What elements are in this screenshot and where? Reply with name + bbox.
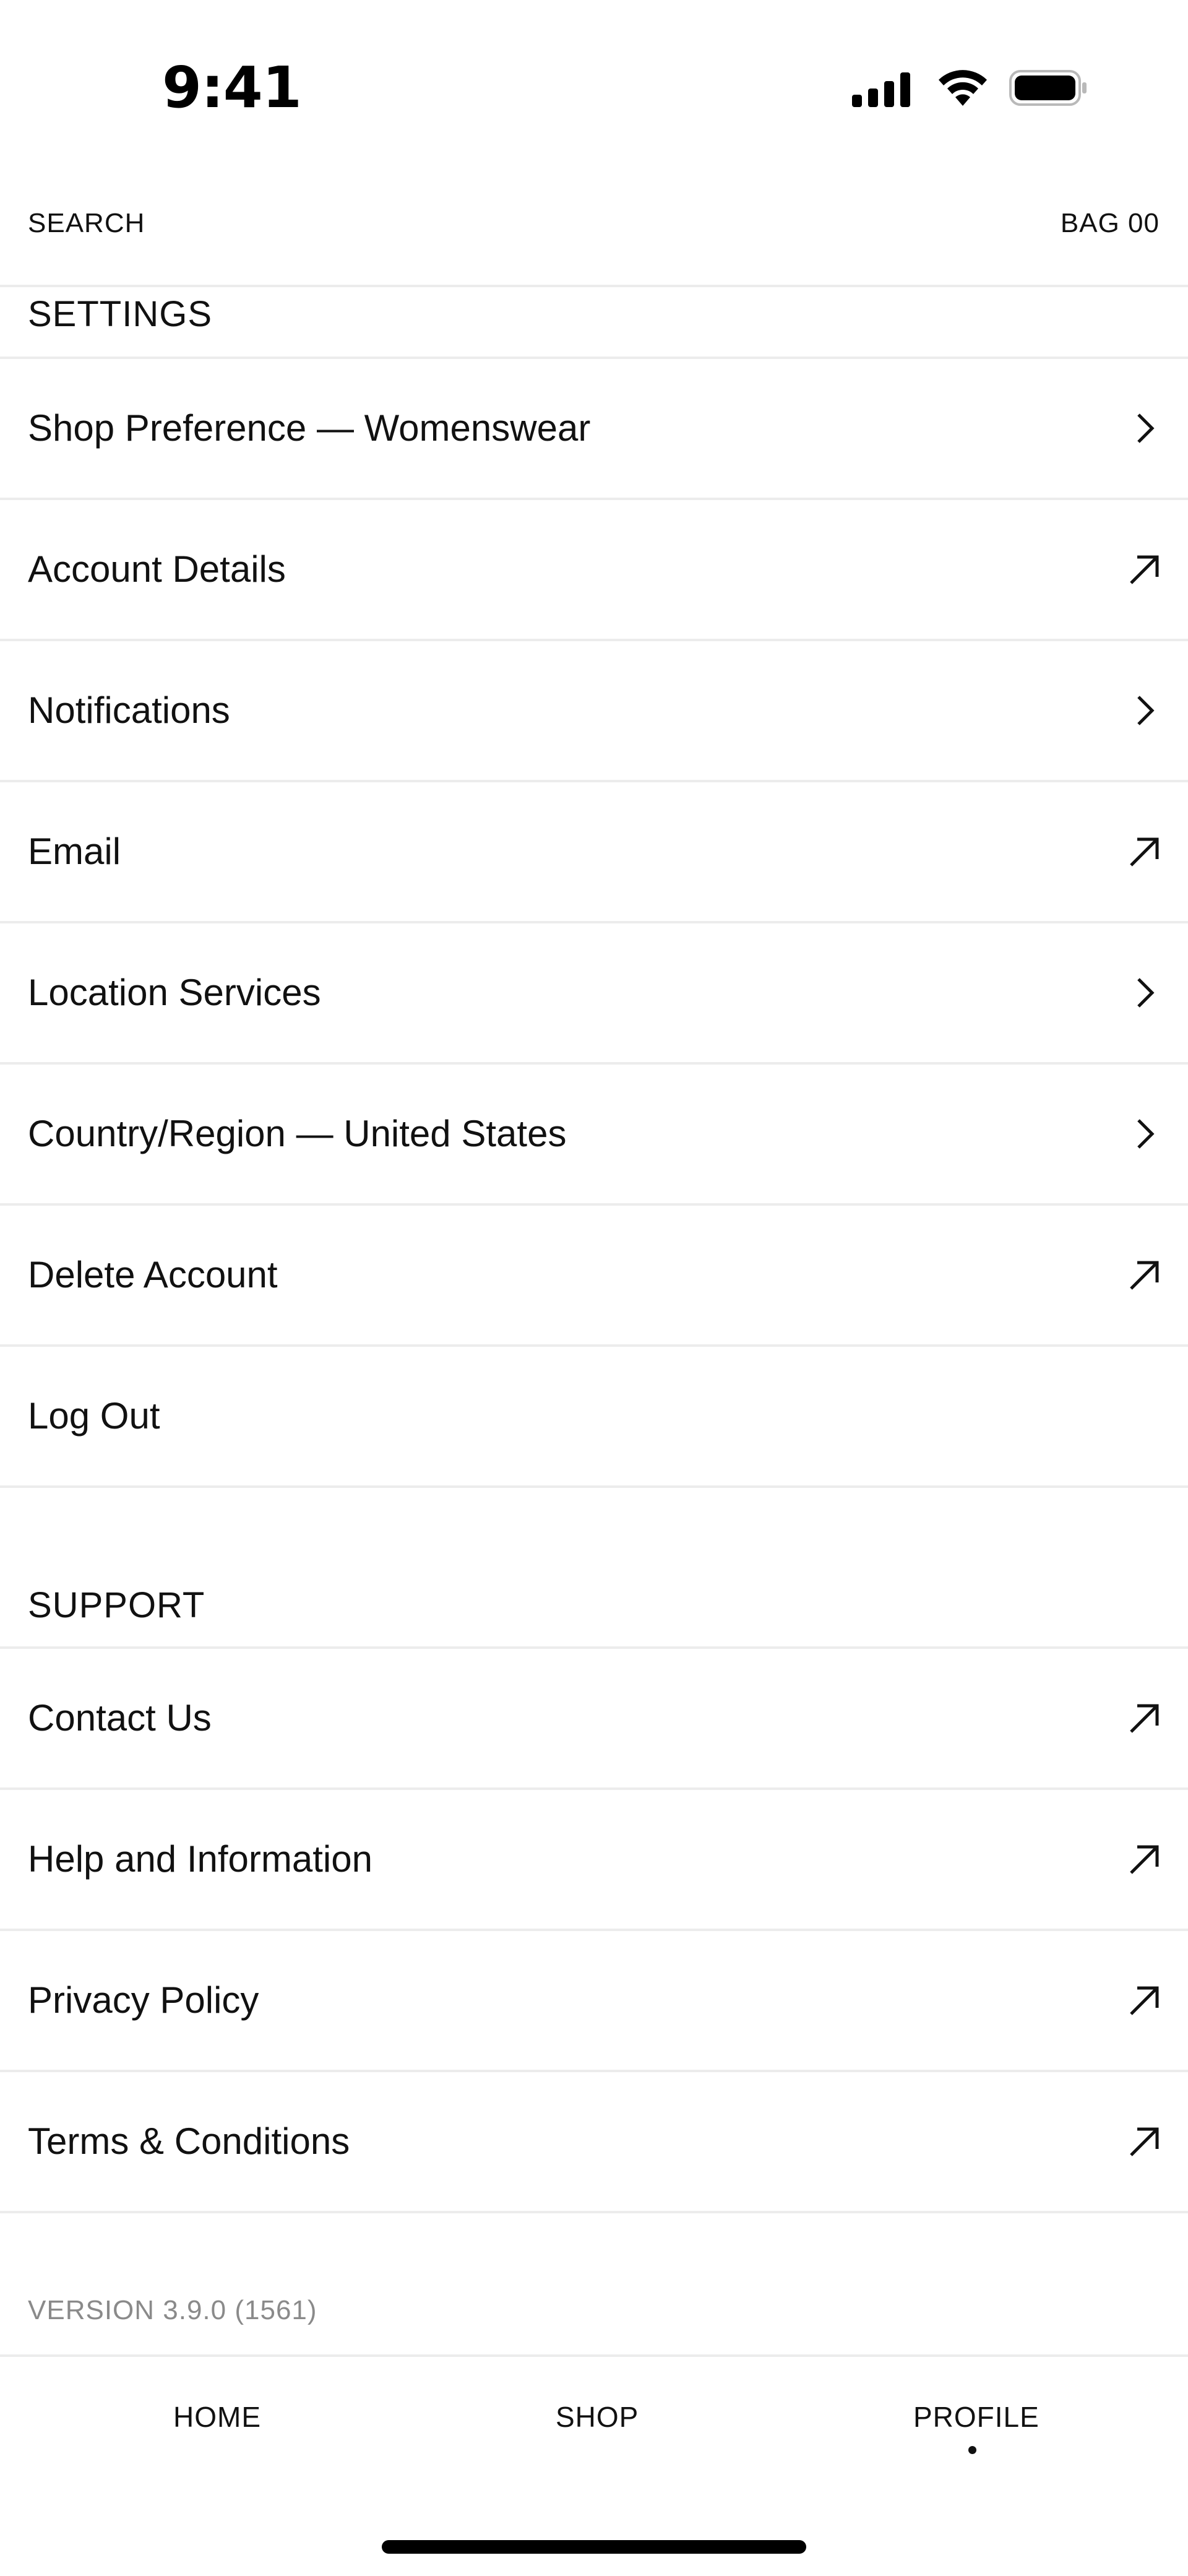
home-indicator	[382, 2540, 806, 2554]
wifi-icon	[939, 70, 987, 106]
settings-item-account-details[interactable]: Account Details	[0, 500, 1188, 641]
chevron-right-icon	[1137, 1119, 1155, 1149]
status-time: 9:41	[162, 54, 302, 121]
menu-item-label: Email	[28, 831, 121, 872]
menu-item-label: Contact Us	[28, 1697, 212, 1739]
chevron-right-icon	[1137, 696, 1155, 725]
status-bar: 9:41	[0, 0, 1188, 167]
active-tab-indicator	[968, 2446, 976, 2454]
external-link-arrow-icon	[1130, 837, 1159, 867]
support-menu: Contact Us Help and Information Privacy …	[0, 1649, 1188, 2213]
menu-item-label: Delete Account	[28, 1254, 278, 1295]
top-nav-divider	[0, 285, 1188, 287]
menu-item-label: Terms & Conditions	[28, 2120, 350, 2162]
support-header: SUPPORT	[28, 1585, 205, 1625]
cellular-signal-icon	[852, 72, 910, 107]
chevron-right-icon	[1137, 413, 1155, 443]
menu-item-label: Country/Region — United States	[28, 1113, 567, 1154]
settings-menu: Shop Preference — Womenswear Account Det…	[0, 359, 1188, 1488]
settings-item-location-services[interactable]: Location Services	[0, 923, 1188, 1065]
menu-item-label: Location Services	[28, 972, 321, 1013]
status-icons	[851, 65, 1092, 111]
tab-home[interactable]: HOME	[173, 2400, 261, 2434]
menu-item-label: Account Details	[28, 548, 286, 590]
support-item-help-and-information[interactable]: Help and Information	[0, 1790, 1188, 1931]
external-link-arrow-icon	[1130, 1986, 1159, 2015]
support-item-terms-and-conditions[interactable]: Terms & Conditions	[0, 2072, 1188, 2213]
external-link-arrow-icon	[1130, 1261, 1159, 1290]
app-version: VERSION 3.9.0 (1561)	[28, 2295, 317, 2325]
top-nav: SEARCH BAG 00	[0, 186, 1188, 285]
menu-item-label: Log Out	[28, 1395, 160, 1437]
support-item-privacy-policy[interactable]: Privacy Policy	[0, 1931, 1188, 2072]
settings-item-country-region[interactable]: Country/Region — United States	[0, 1065, 1188, 1206]
tab-shop[interactable]: SHOP	[556, 2400, 639, 2434]
external-link-arrow-icon	[1130, 1704, 1159, 1733]
menu-item-label: Shop Preference — Womenswear	[28, 407, 591, 449]
support-item-contact-us[interactable]: Contact Us	[0, 1649, 1188, 1790]
settings-header: SETTINGS	[28, 294, 213, 334]
search-link[interactable]: SEARCH	[28, 208, 145, 239]
chevron-right-icon	[1137, 978, 1155, 1008]
menu-item-label: Help and Information	[28, 1838, 372, 1880]
external-link-arrow-icon	[1130, 1845, 1159, 1874]
tab-profile[interactable]: PROFILE	[913, 2400, 1040, 2434]
bag-link[interactable]: BAG 00	[1061, 208, 1160, 239]
settings-item-notifications[interactable]: Notifications	[0, 641, 1188, 782]
settings-item-delete-account[interactable]: Delete Account	[0, 1206, 1188, 1347]
menu-item-label: Privacy Policy	[28, 1979, 259, 2021]
settings-item-log-out[interactable]: Log Out	[0, 1347, 1188, 1488]
external-link-arrow-icon	[1130, 555, 1159, 584]
settings-item-shop-preference[interactable]: Shop Preference — Womenswear	[0, 359, 1188, 500]
settings-item-email[interactable]: Email	[0, 782, 1188, 923]
battery-icon	[1009, 70, 1087, 106]
menu-item-label: Notifications	[28, 689, 230, 731]
external-link-arrow-icon	[1130, 2127, 1159, 2156]
